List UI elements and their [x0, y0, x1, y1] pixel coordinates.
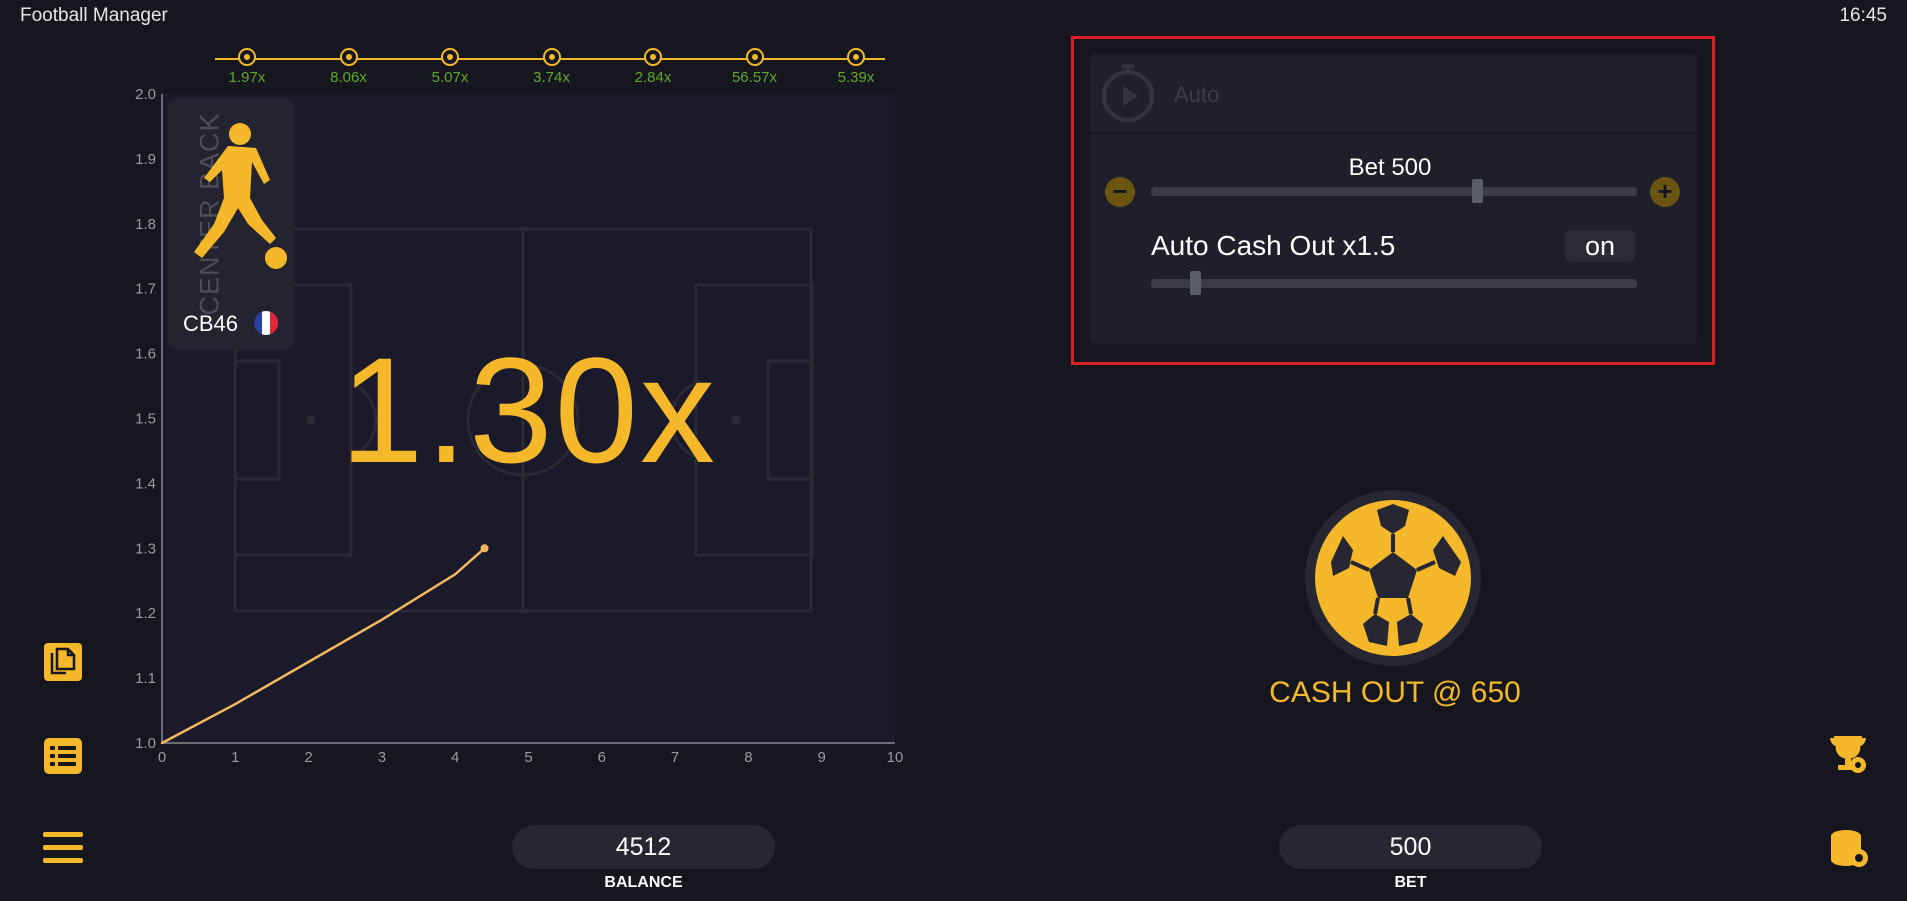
- y-tick-label: 1.8: [135, 216, 156, 233]
- y-tick-label: 1.0: [135, 735, 156, 752]
- x-tick-label: 2: [304, 749, 312, 766]
- copy-icon[interactable]: [42, 641, 84, 683]
- bet-display[interactable]: 500: [1279, 825, 1542, 869]
- x-tick-label: 3: [378, 749, 386, 766]
- player-silhouette-icon: [194, 123, 287, 269]
- y-tick-label: 1.6: [135, 346, 156, 363]
- current-multiplier: 1.30x: [340, 326, 717, 494]
- x-tick-label: 9: [818, 749, 826, 766]
- y-tick-label: 1.2: [135, 605, 156, 622]
- balance-label: BALANCE: [604, 874, 683, 891]
- menu-icon[interactable]: [43, 830, 83, 866]
- y-tick-label: 1.3: [135, 540, 156, 557]
- x-tick-label: 6: [598, 749, 606, 766]
- x-tick-label: 5: [524, 749, 532, 766]
- list-icon[interactable]: [42, 736, 84, 776]
- x-tick-label: 8: [744, 749, 752, 766]
- x-tick-label: 7: [671, 749, 679, 766]
- trophy-icon[interactable]: [1828, 734, 1868, 774]
- france-flag-icon: [254, 311, 278, 335]
- y-tick-label: 1.1: [135, 670, 156, 687]
- highlight-box: [1071, 36, 1715, 365]
- player-name: CB46: [183, 311, 239, 336]
- cashout-button[interactable]: [1305, 490, 1481, 666]
- y-tick-label: 1.7: [135, 281, 156, 298]
- bet-label: BET: [1394, 874, 1427, 891]
- balance-display: 4512: [512, 825, 775, 869]
- player-card[interactable]: CENTER BACK CB46: [168, 98, 294, 350]
- multiplier-line: [160, 547, 486, 745]
- y-tick-label: 2.0: [135, 86, 156, 103]
- soccer-ball-icon: [1315, 500, 1471, 656]
- y-tick-label: 1.4: [135, 475, 156, 492]
- x-tick-label: 0: [158, 749, 166, 766]
- x-tick-label: 10: [887, 749, 904, 766]
- y-tick-label: 1.9: [135, 151, 156, 168]
- coins-icon[interactable]: [1829, 828, 1869, 868]
- multiplier-point: [480, 544, 489, 553]
- y-tick-label: 1.5: [135, 411, 156, 428]
- cashout-label[interactable]: CASH OUT @ 650: [1200, 676, 1590, 710]
- x-tick-label: 1: [231, 749, 239, 766]
- x-tick-label: 4: [451, 749, 459, 766]
